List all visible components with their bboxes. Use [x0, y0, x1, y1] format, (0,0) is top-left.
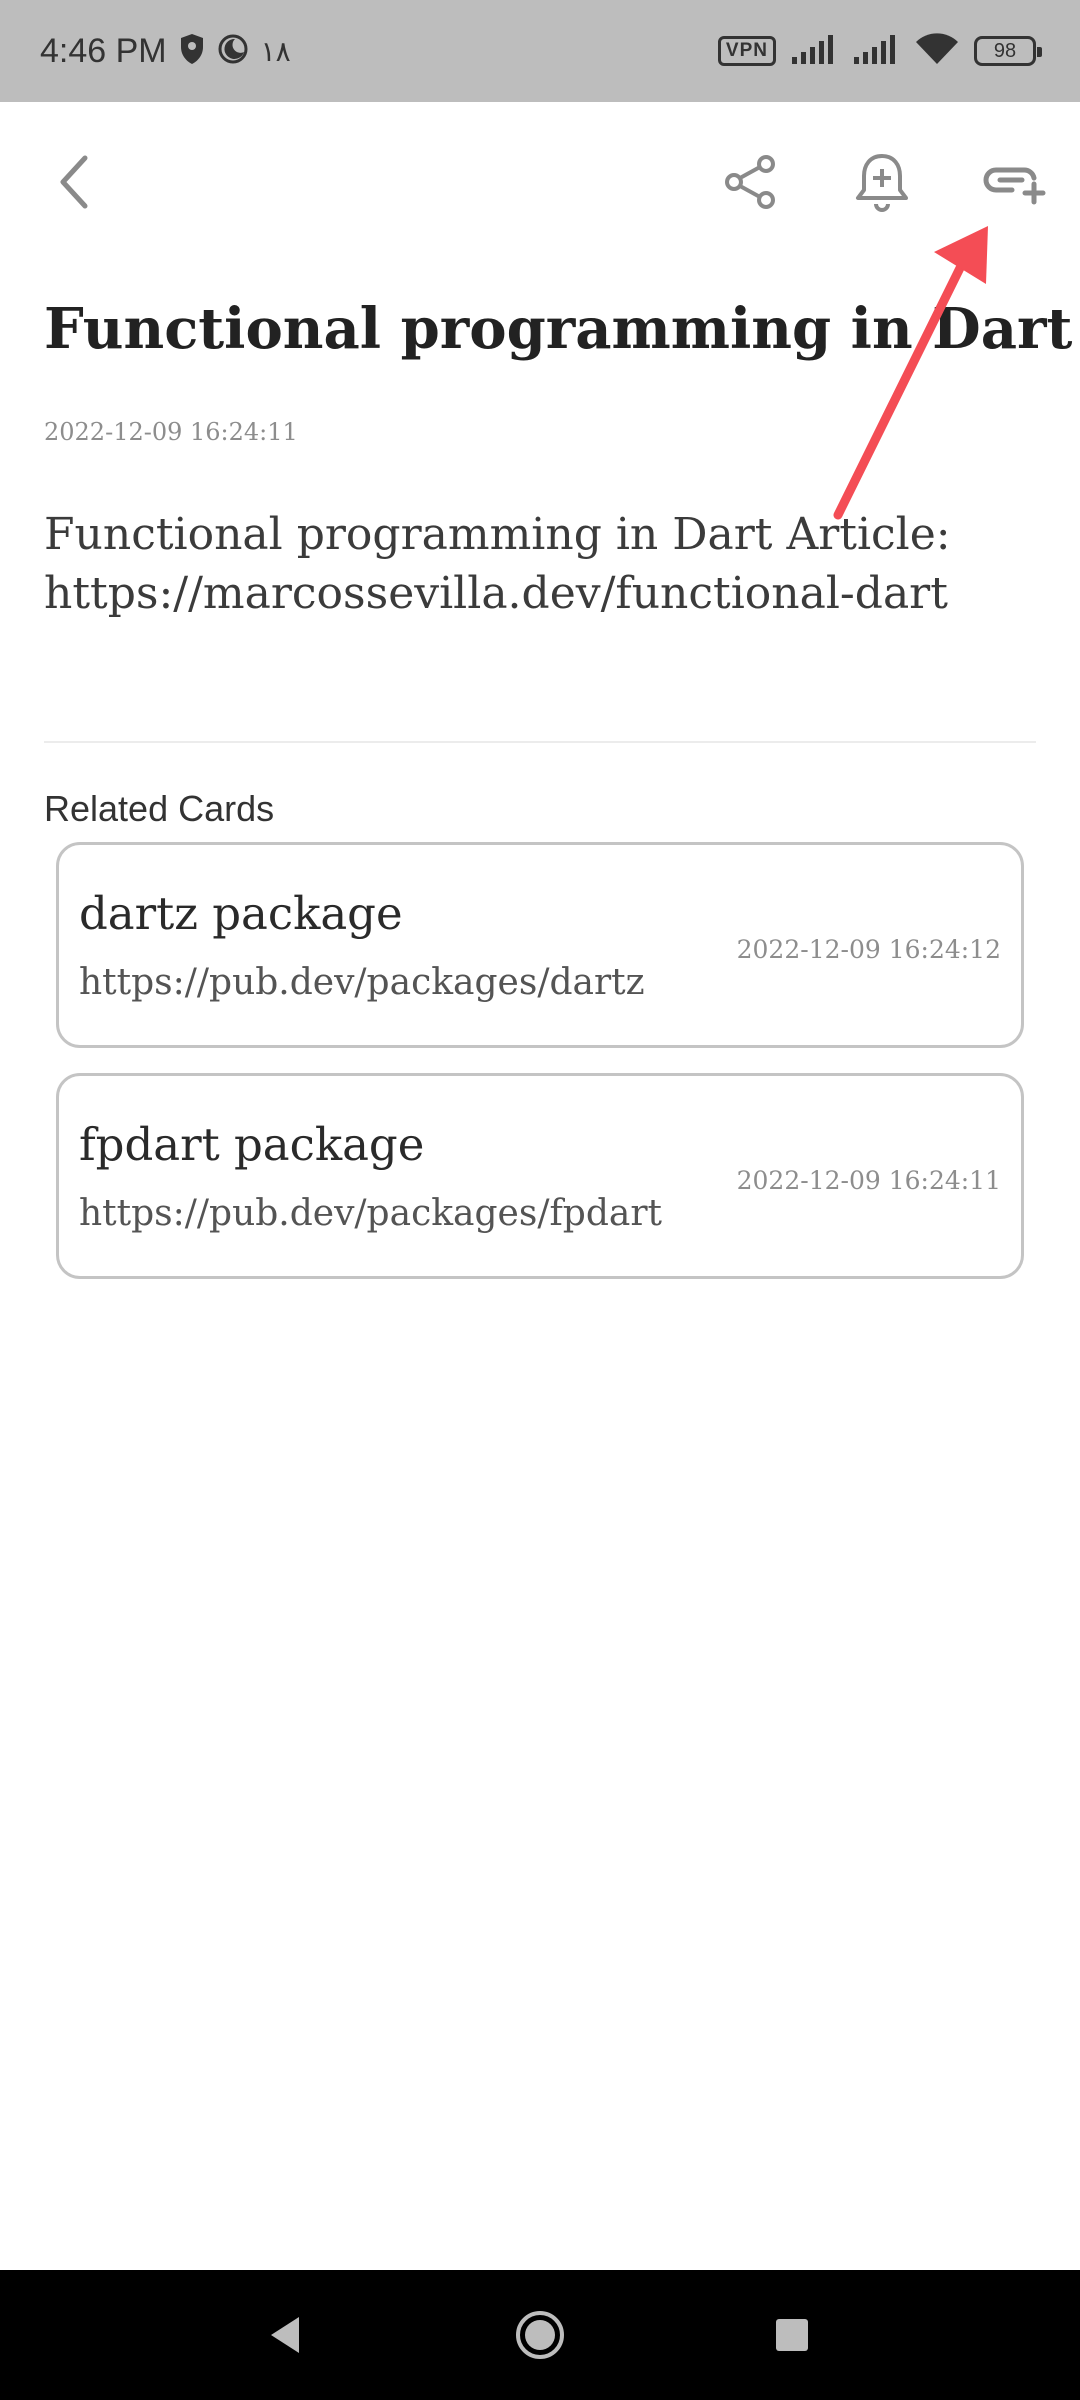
add-reminder-icon [856, 154, 908, 212]
nav-home-icon [516, 2311, 564, 2359]
battery-icon: 98 [974, 36, 1042, 66]
share-icon [725, 155, 775, 209]
wifi-icon [914, 32, 960, 71]
card-date: 2022-12-09 16:24:11 [736, 1166, 1001, 1195]
card-title: fpdart package [79, 1118, 425, 1171]
card-url: https://pub.dev/packages/dartz [79, 962, 645, 1003]
back-button[interactable] [36, 142, 116, 222]
article-body-link[interactable]: https://marcossevilla.dev/functional-dar… [44, 564, 1044, 623]
related-card[interactable]: dartz package https://pub.dev/packages/d… [56, 842, 1024, 1048]
battery-level: 98 [993, 39, 1017, 62]
related-card[interactable]: fpdart package https://pub.dev/packages/… [56, 1073, 1024, 1279]
nav-bar [0, 2270, 1080, 2400]
nav-recents-icon [776, 2319, 808, 2351]
related-cards-heading: Related Cards [44, 788, 275, 829]
article-body-line1: Functional programming in Dart Article: [44, 509, 951, 560]
app-bar [0, 102, 1080, 258]
status-bar: 4:46 PM ١٨ VPN 98 [0, 0, 1080, 102]
divider [44, 741, 1036, 743]
nav-back-icon [271, 2317, 299, 2353]
add-reminder-button[interactable] [842, 142, 922, 222]
article-title: Functional programming in Dart [44, 296, 1073, 362]
moon-icon [217, 33, 249, 70]
card-date: 2022-12-09 16:24:12 [736, 935, 1001, 964]
card-url: https://pub.dev/packages/fpdart [79, 1193, 663, 1234]
status-right: VPN 98 [717, 0, 1042, 102]
back-icon [60, 155, 88, 209]
share-button[interactable] [710, 142, 790, 222]
card-title: dartz package [79, 887, 403, 940]
add-link-button[interactable] [974, 142, 1054, 222]
article-body: Functional programming in Dart Article: … [44, 505, 1044, 623]
add-link-icon [983, 167, 1046, 205]
nav-home-button[interactable] [500, 2295, 580, 2375]
status-time: 4:46 PM [40, 31, 167, 70]
nav-back-button[interactable] [245, 2295, 325, 2375]
nav-recents-button[interactable] [752, 2295, 832, 2375]
signal-icon-2 [852, 33, 900, 70]
status-left: 4:46 PM ١٨ [40, 0, 291, 102]
status-extra-indicator: ١٨ [260, 35, 291, 67]
shield-icon [179, 33, 205, 70]
vpn-icon: VPN [717, 36, 776, 66]
signal-icon [790, 33, 838, 70]
article-date: 2022-12-09 16:24:11 [44, 418, 298, 446]
